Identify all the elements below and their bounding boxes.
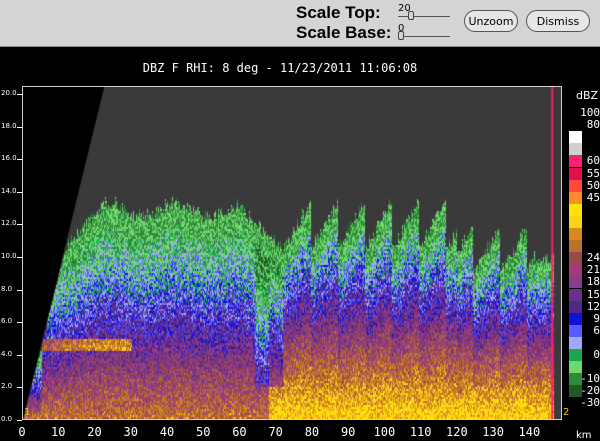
x-tick-label: 100 — [373, 425, 396, 439]
legend-label: -20 — [580, 384, 600, 398]
legend-label: 50 — [586, 178, 600, 192]
plot-title: DBZ F RHI: 8 deg - 11/23/2011 11:06:08 — [142, 61, 418, 75]
x-tick-label: 20 — [87, 425, 102, 439]
radar-image[interactable] — [23, 87, 561, 419]
x-tick-label: 110 — [409, 425, 432, 439]
y-tick-mark — [17, 224, 22, 226]
y-tick-label: 16.0 — [1, 154, 17, 163]
x-tick-label: 60 — [232, 425, 247, 439]
y-tick-label: 18.0 — [1, 121, 17, 130]
legend-label: -10 — [580, 372, 600, 386]
x-tick-label: 40 — [159, 425, 175, 439]
scale-base-control: Scale Base: 0 — [296, 23, 456, 43]
scale-base-slider-handle[interactable] — [398, 31, 404, 40]
x-tick-label: 50 — [195, 425, 211, 439]
x-tick-label: 130 — [482, 425, 504, 439]
x-tick-label: 140 — [518, 425, 541, 439]
legend-label: 6 — [593, 323, 600, 337]
legend-label: 9 — [593, 311, 600, 325]
legend-label: 3 — [593, 335, 600, 349]
legend-label: -30 — [580, 396, 600, 410]
y-tick-mark — [17, 257, 22, 259]
unzoom-button[interactable]: Unzoom — [464, 10, 518, 32]
x-axis-unit: km — [576, 430, 592, 441]
y-tick-mark — [17, 289, 22, 291]
legend-label: 24 — [586, 251, 600, 265]
y-tick-mark — [17, 420, 22, 421]
y-tick-mark — [17, 191, 22, 193]
legend-label: 45 — [586, 190, 600, 204]
legend-label: 21 — [586, 263, 600, 277]
y-tick-mark — [17, 159, 22, 161]
y-tick-label: 10.0 — [1, 252, 17, 261]
legend-unit: dBZ — [576, 89, 599, 102]
scale-top-slider-handle[interactable] — [408, 11, 415, 20]
legend-label: 18 — [586, 275, 600, 289]
x-tick-label: 30 — [123, 425, 138, 439]
legend-label: 27 — [586, 239, 600, 253]
legend-label: 0 — [593, 348, 600, 361]
dismiss-button[interactable]: Dismiss — [526, 10, 590, 32]
legend-label: 65 — [586, 142, 600, 156]
y-tick-label: 20.0 — [1, 89, 17, 98]
legend-label: 31 — [586, 227, 600, 240]
legend-label: 15 — [586, 287, 600, 301]
legend-label: -5 — [586, 360, 600, 374]
legend-label: 100 — [580, 106, 600, 119]
x-tick-label: 0 — [18, 425, 26, 439]
y-tick-label: 4.0 — [1, 349, 13, 358]
x-tick-label: 80 — [304, 425, 320, 439]
x-tick-label: 90 — [340, 425, 356, 439]
legend-label: 70 — [586, 130, 600, 144]
y-tick-mark — [17, 354, 22, 356]
legend-label: 80 — [586, 118, 600, 132]
legend-label: 55 — [586, 166, 600, 180]
legend-label: 35 — [586, 214, 600, 228]
legend-label: 40 — [586, 202, 600, 216]
scale-base-label: Scale Base: — [296, 23, 392, 42]
corner-mark-left: 1 — [24, 407, 31, 418]
y-tick-label: 12.0 — [1, 219, 17, 228]
y-tick-mark — [17, 94, 22, 96]
legend-label: 60 — [586, 154, 600, 168]
scale-top-slider[interactable] — [398, 16, 450, 17]
y-tick-mark — [17, 387, 22, 389]
y-tick-label: 6.0 — [1, 317, 13, 326]
y-tick-label: 8.0 — [1, 284, 13, 293]
scale-top-label: Scale Top: — [296, 3, 381, 22]
scale-top-control: Scale Top: 20 — [296, 3, 456, 23]
legend-label: 12 — [586, 299, 600, 313]
y-tick-label: 2.0 — [1, 382, 13, 391]
scale-base-slider[interactable] — [398, 36, 450, 37]
rhi-plot[interactable] — [22, 86, 562, 420]
y-tick-label: 0.0 — [1, 415, 13, 423]
x-tick-label: 10 — [51, 425, 66, 439]
x-tick-label: 70 — [268, 425, 283, 439]
x-tick-label: 120 — [446, 425, 468, 439]
y-tick-mark — [17, 322, 22, 324]
y-tick-label: 14.0 — [1, 186, 17, 195]
toolbar: Scale Top: 20 Scale Base: 0 Unzoom Dismi… — [0, 0, 600, 47]
y-tick-mark — [17, 126, 22, 128]
